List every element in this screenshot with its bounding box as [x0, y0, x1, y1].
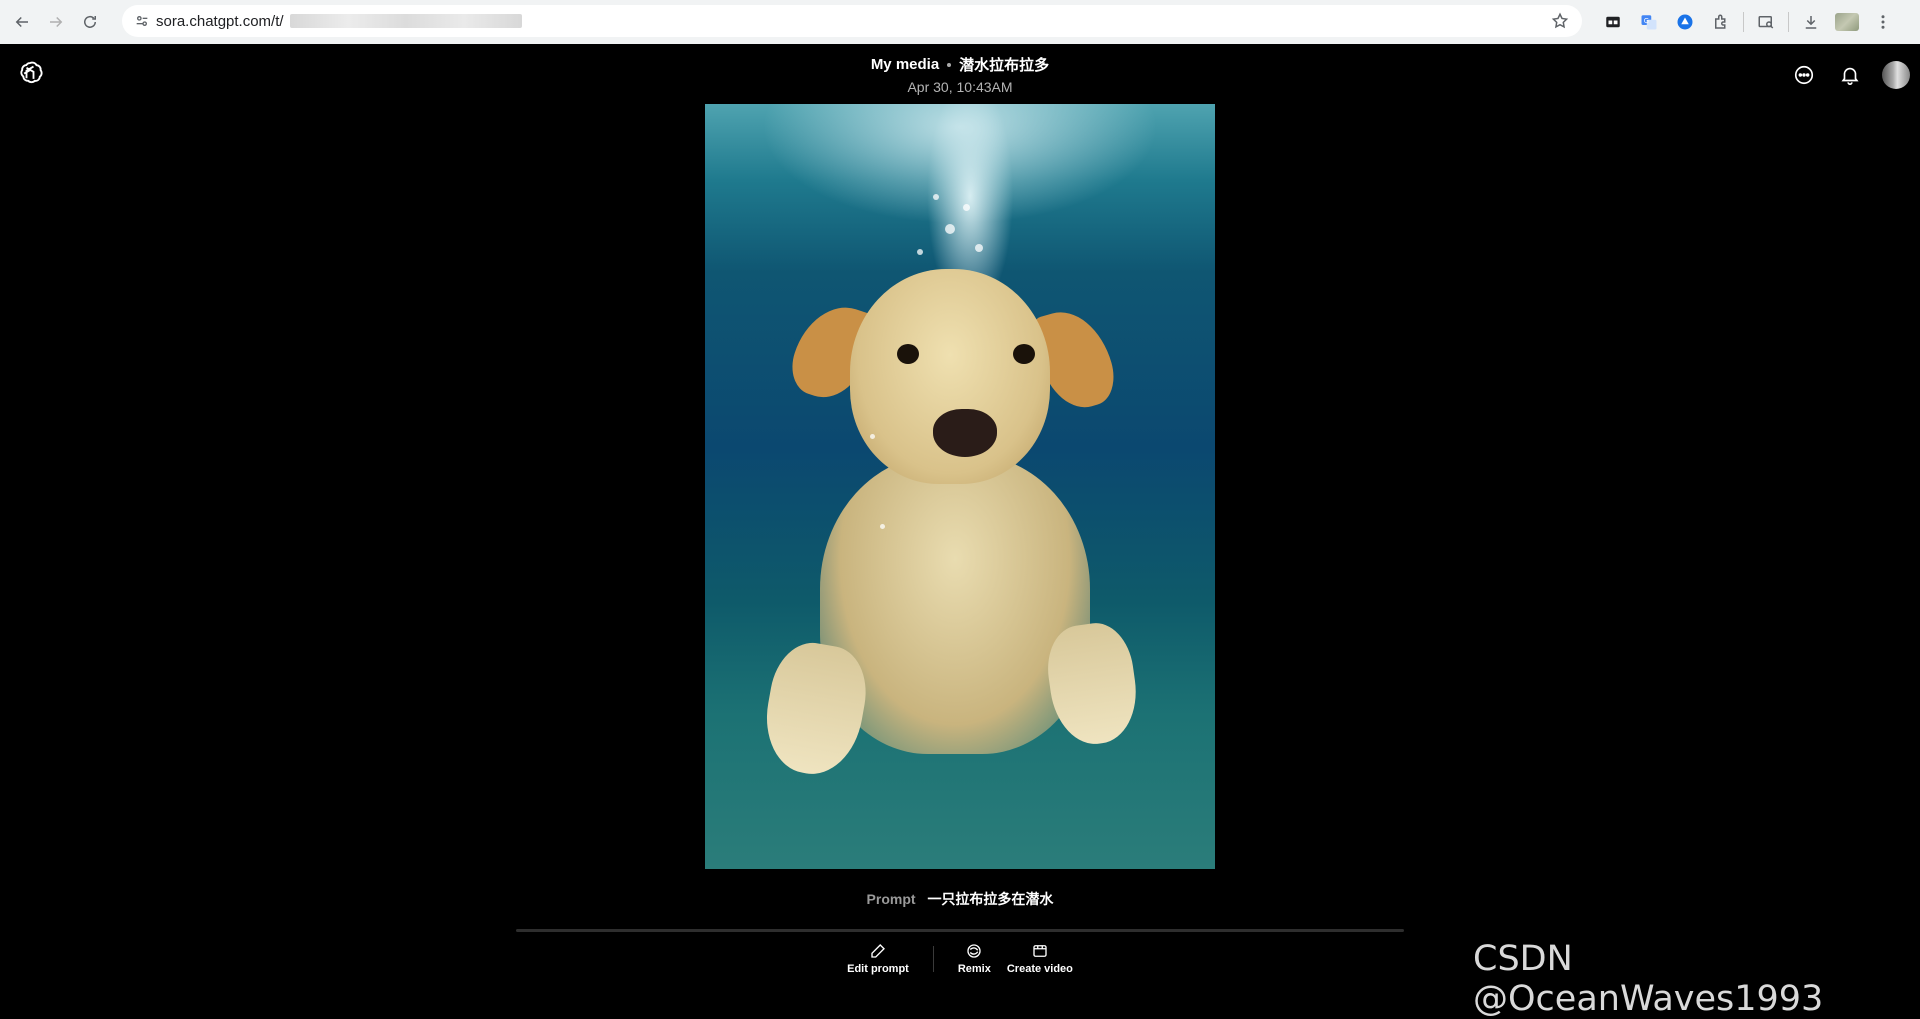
reload-icon[interactable] — [73, 5, 107, 39]
browser-toolbar: sora.chatgpt.com/t/ G — [0, 0, 1920, 44]
translate-icon[interactable]: G — [1631, 4, 1667, 40]
browser-menu-icon[interactable] — [1865, 4, 1901, 40]
create-video-button[interactable]: Create video — [999, 942, 1081, 975]
bubble — [880, 524, 885, 529]
pencil-icon — [871, 944, 885, 958]
video-frame-icon — [1033, 945, 1047, 957]
page-title[interactable]: My media — [871, 56, 939, 73]
prompt-text[interactable]: 一只拉布拉多在潜水 — [927, 891, 1053, 907]
browser-profile-avatar[interactable] — [1835, 13, 1859, 31]
notification-bell-icon[interactable] — [1836, 61, 1864, 89]
dog-eye — [1013, 344, 1035, 364]
url-redacted — [289, 14, 522, 28]
more-options-icon[interactable] — [1790, 61, 1818, 89]
extension-grid-icon[interactable] — [1595, 4, 1631, 40]
site-info-icon[interactable] — [130, 9, 154, 33]
svg-text:G: G — [1644, 17, 1649, 25]
user-avatar[interactable] — [1882, 61, 1910, 89]
media-viewer-page: My media 潜水拉布拉多 Apr 30, 10:43AM Prompt 一… — [0, 44, 1920, 1019]
top-right-controls — [1790, 61, 1910, 89]
media-header: My media 潜水拉布拉多 Apr 30, 10:43AM — [0, 54, 1920, 95]
download-icon[interactable] — [1793, 4, 1829, 40]
bubble — [975, 244, 983, 252]
bubble — [870, 434, 875, 439]
bubble — [933, 194, 939, 200]
extensions-bar: G — [1595, 0, 1901, 44]
prompt-label: Prompt — [866, 891, 916, 907]
edit-prompt-label: Edit prompt — [847, 963, 909, 975]
back-arrow-icon[interactable] — [5, 5, 39, 39]
address-bar[interactable]: sora.chatgpt.com/t/ — [122, 5, 1582, 37]
action-divider — [932, 945, 934, 972]
dog-paw — [1042, 618, 1143, 750]
generated-image[interactable] — [705, 104, 1215, 869]
remix-icon — [967, 944, 982, 958]
url-text: sora.chatgpt.com/t/ — [156, 12, 284, 30]
remix-button[interactable]: Remix — [950, 942, 999, 975]
create-video-label: Create video — [1006, 963, 1073, 975]
media-title: 潜水拉布拉多 — [959, 57, 1050, 74]
forward-arrow-icon[interactable] — [39, 5, 73, 39]
title-separator-dot — [947, 62, 952, 67]
toolbar-divider — [1743, 12, 1744, 32]
edit-prompt-button[interactable]: Edit prompt — [839, 942, 917, 975]
tab-search-icon[interactable] — [1748, 4, 1784, 40]
bubble — [917, 249, 923, 255]
prompt-divider — [516, 929, 1404, 932]
media-date: Apr 30, 10:43AM — [907, 79, 1013, 95]
watermark-text: CSDN @OceanWaves1993 — [1473, 939, 1824, 1019]
remix-label: Remix — [957, 963, 991, 975]
bookmark-star-icon[interactable] — [1548, 9, 1572, 33]
dog-nose — [933, 409, 997, 457]
bubble — [945, 224, 955, 234]
bubble — [963, 204, 970, 211]
drive-icon[interactable] — [1667, 4, 1703, 40]
dog-eye — [897, 344, 919, 364]
puzzle-icon[interactable] — [1703, 4, 1739, 40]
prompt-row: Prompt 一只拉布拉多在潜水 — [0, 889, 1920, 909]
toolbar-divider — [1788, 12, 1789, 32]
